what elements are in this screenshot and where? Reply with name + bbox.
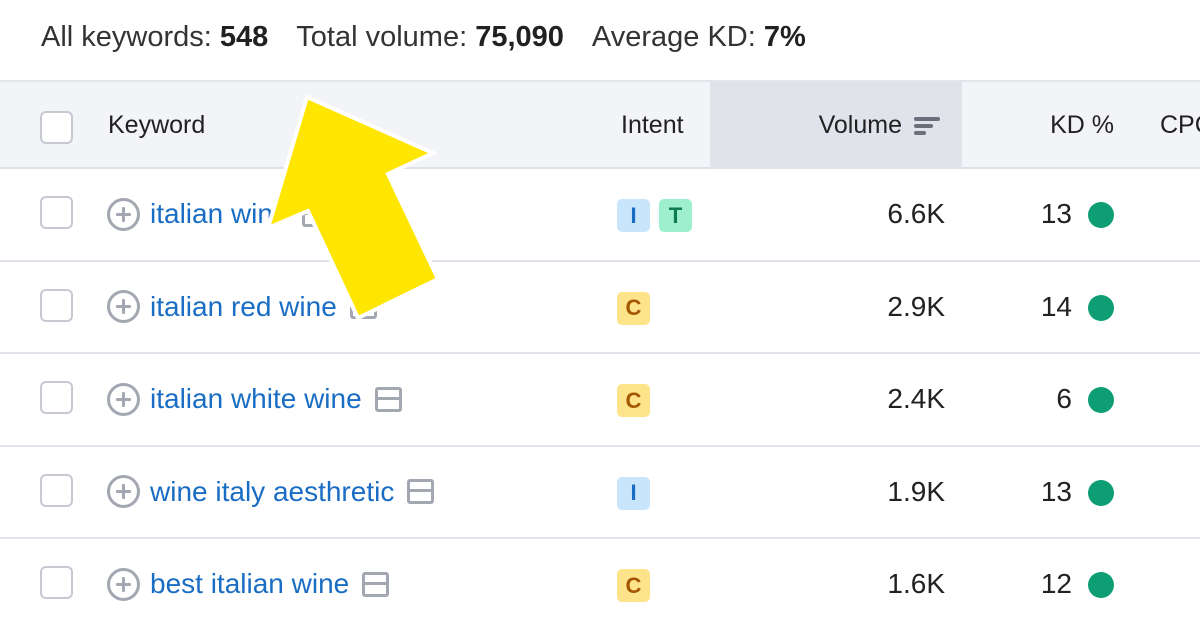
table-row: italian wine IT 6.6K 13 <box>0 169 1200 262</box>
kd-difficulty-dot-icon <box>1088 202 1114 228</box>
keyword-link[interactable]: wine italy aesthretic <box>150 476 394 508</box>
kd-difficulty-dot-icon <box>1088 572 1114 598</box>
total-volume-label: Total volume: <box>296 20 468 53</box>
keyword-cell: best italian wine <box>107 539 390 629</box>
intent-cell: I <box>617 476 650 510</box>
add-to-list-icon[interactable] <box>107 197 140 231</box>
keyword-link[interactable]: italian wine <box>150 198 289 230</box>
average-kd-label: Average KD: <box>591 20 756 53</box>
volume-cell: 2.9K <box>887 290 945 322</box>
table-row: best italian wine C 1.6K 12 <box>0 539 1200 629</box>
keywords-table: Keyword Intent Volume KD % CPC italian w… <box>0 80 1200 629</box>
column-header-volume[interactable]: Volume <box>710 82 962 169</box>
intent-badge-c: C <box>617 291 650 325</box>
total-volume-value: 75,090 <box>475 20 564 53</box>
keyword-cell: wine italy aesthretic <box>107 447 435 537</box>
average-kd-stat: Average KD: 7% <box>592 21 806 54</box>
intent-badge-c: C <box>617 384 650 417</box>
volume-cell: 6.6K <box>887 198 945 229</box>
serp-features-icon[interactable] <box>349 294 377 319</box>
column-header-intent[interactable]: Intent <box>621 82 684 169</box>
keyword-cell: italian white wine <box>107 354 402 444</box>
kd-difficulty-dot-icon <box>1088 479 1114 506</box>
volume-cell: 1.9K <box>887 475 945 507</box>
intent-badge-i: I <box>617 476 650 510</box>
intent-cell: C <box>617 569 650 602</box>
table-row: wine italy aesthretic I 1.9K 13 <box>0 446 1200 539</box>
average-kd-value: 7% <box>763 20 806 53</box>
add-to-list-icon[interactable] <box>107 382 140 416</box>
add-to-list-icon[interactable] <box>107 567 140 601</box>
kd-cell: 13 <box>1040 198 1072 229</box>
kd-difficulty-dot-icon <box>1088 387 1114 413</box>
row-checkbox[interactable] <box>40 473 73 507</box>
column-header-cpc[interactable]: CPC <box>1160 82 1200 169</box>
keyword-cell: italian red wine <box>107 262 377 352</box>
keyword-link[interactable]: best italian wine <box>150 568 349 600</box>
row-checkbox[interactable] <box>40 288 73 322</box>
kd-cell: 14 <box>1040 290 1072 322</box>
all-keywords-stat: All keywords: 548 <box>41 21 268 54</box>
sort-descending-icon[interactable] <box>914 115 940 137</box>
serp-features-icon[interactable] <box>374 386 402 412</box>
intent-badge-t: T <box>659 199 692 232</box>
volume-cell: 2.4K <box>887 383 945 414</box>
column-header-kd[interactable]: KD % <box>962 82 1114 169</box>
row-checkbox[interactable] <box>40 566 73 599</box>
volume-cell: 1.6K <box>887 568 945 599</box>
intent-badge-c: C <box>617 569 650 602</box>
total-volume-stat: Total volume: 75,090 <box>296 21 564 54</box>
all-keywords-label: All keywords: <box>41 20 212 53</box>
kd-cell: 13 <box>1040 475 1072 507</box>
column-header-keyword[interactable]: Keyword <box>108 82 205 169</box>
serp-features-icon[interactable] <box>362 571 390 597</box>
serp-features-icon[interactable] <box>301 201 329 227</box>
table-body: italian wine IT 6.6K 13 italian red wine… <box>0 169 1200 629</box>
table-row: italian red wine C 2.9K 14 <box>0 261 1200 354</box>
intent-cell: C <box>617 291 650 325</box>
intent-cell: C <box>617 384 650 417</box>
keyword-link[interactable]: italian white wine <box>150 383 362 415</box>
add-to-list-icon[interactable] <box>107 475 140 508</box>
add-to-list-icon[interactable] <box>107 290 140 323</box>
row-checkbox[interactable] <box>40 381 73 414</box>
intent-badge-i: I <box>617 199 650 232</box>
table-header: Keyword Intent Volume KD % CPC <box>0 80 1200 169</box>
table-row: italian white wine C 2.4K 6 <box>0 354 1200 447</box>
keyword-link[interactable]: italian red wine <box>150 291 337 323</box>
kd-cell: 12 <box>1040 568 1072 599</box>
select-all-checkbox[interactable] <box>40 111 73 144</box>
keyword-cell: italian wine <box>107 169 329 259</box>
intent-cell: IT <box>617 199 692 232</box>
row-checkbox[interactable] <box>40 196 73 229</box>
kd-cell: 6 <box>1056 383 1072 414</box>
serp-features-icon[interactable] <box>407 479 435 504</box>
all-keywords-value: 548 <box>219 20 269 53</box>
kd-difficulty-dot-icon <box>1088 294 1114 321</box>
column-header-volume-label: Volume <box>818 111 902 139</box>
keyword-summary: All keywords: 548 Total volume: 75,090 A… <box>41 17 834 57</box>
